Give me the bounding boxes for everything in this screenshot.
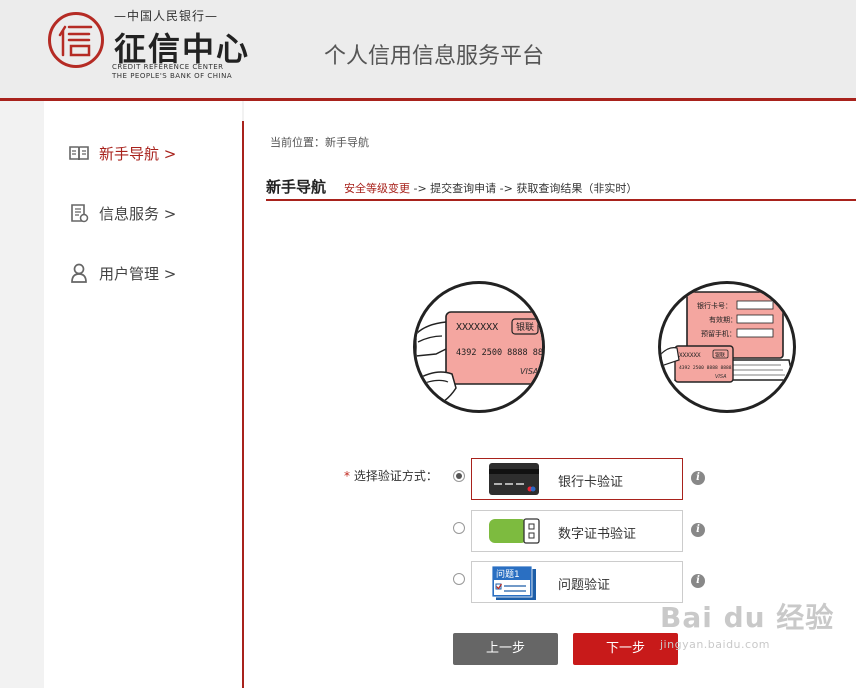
card-number-text: 4392 2500 8888 8888 [456,348,542,358]
org-english-line-2: THE PEOPLE'S BANK OF CHINA [112,72,233,80]
platform-title: 个人信用信息服务平台 [324,44,545,69]
sidebar-item-info-service[interactable]: 信息服务 > [68,201,176,225]
sidebar-item-beginner-guide[interactable]: 新手导航 > [68,141,176,165]
previous-step-button[interactable]: 上一步 [453,633,558,665]
credit-center-seal-logo [48,12,104,68]
baidu-jingyan-watermark: Bai du 经验 jingyan.baidu.com [660,596,834,651]
watermark-main-text: Bai du 经验 [660,601,835,634]
unionpay-text: 银联 [516,321,534,333]
sidebar-item-label: 新手导航 > [99,144,177,163]
online-card-entry-illustration: 银行卡号： 有效期： 预留手机： XXXXXX 银联 4392 2500 888… [658,281,796,413]
header: —中国人民银行— 征信中心 CREDIT REFERENCE CENTER TH… [0,0,856,98]
bank-card-icon [488,462,540,496]
option-bank-card-verify[interactable]: 银行卡验证 [471,458,683,500]
org-top-text: —中国人民银行— [114,9,219,23]
current-step: 安全等级变更 [344,182,410,195]
process-steps: 安全等级变更 -> 提交查询申请 -> 获取查询结果（非实时） [344,180,637,196]
question-icon-text: 问题1 [496,568,520,580]
card-number-text-small: 4392 2500 8888 8888 [679,365,732,371]
visa-text-small: VISA [715,374,727,380]
page-title: 新手导航 [266,178,327,196]
watermark-url-text: jingyan.baidu.com [660,638,771,651]
radio-digital-cert[interactable] [453,522,465,534]
info-icon[interactable]: i [691,574,705,588]
info-icon[interactable]: i [691,523,705,537]
bank-card-illustration: XXXXXXX 银联 4392 2500 8888 8888 VISA [413,281,545,413]
sidebar: 新手导航 > 信息服务 > 用户管理 > [44,101,242,688]
user-icon [68,262,90,284]
sidebar-item-label: 信息服务 > [99,204,177,223]
usb-key-icon [488,514,540,548]
form-field-card-number: 银行卡号： [697,301,732,310]
sidebar-item-user-management[interactable]: 用户管理 > [68,261,176,285]
info-icon[interactable]: i [691,471,705,485]
title-underline [266,199,856,201]
form-field-expiry: 有效期： [709,315,737,324]
form-field-phone: 预留手机： [701,329,736,338]
radio-bank-card[interactable] [453,470,465,482]
radio-question[interactable] [453,573,465,585]
option-digital-cert-verify[interactable]: 数字证书验证 [471,510,683,552]
card-name-text: XXXXXXX [456,322,498,333]
org-english-line-1: CREDIT REFERENCE CENTER [112,63,224,71]
remaining-steps: -> 提交查询申请 -> 获取查询结果（非实时） [410,182,638,195]
sidebar-item-label: 用户管理 > [99,264,177,283]
verify-method-label-text: 选择验证方式： [353,469,438,483]
book-icon [68,142,90,164]
option-label: 数字证书验证 [558,527,637,542]
option-question-verify[interactable]: 问题1 问题验证 [471,561,683,603]
verify-method-label: * 选择验证方式： [344,467,438,484]
question-doc-icon: 问题1 [488,565,540,600]
visa-text: VISA [520,367,538,376]
option-label: 银行卡验证 [558,475,624,490]
breadcrumb: 当前位置：新手导航 [270,136,369,149]
option-label: 问题验证 [558,578,611,593]
required-mark: * [344,469,350,483]
unionpay-text-small: 银联 [715,352,725,359]
card-name-text-small: XXXXXX [679,352,701,359]
document-icon [68,202,90,224]
